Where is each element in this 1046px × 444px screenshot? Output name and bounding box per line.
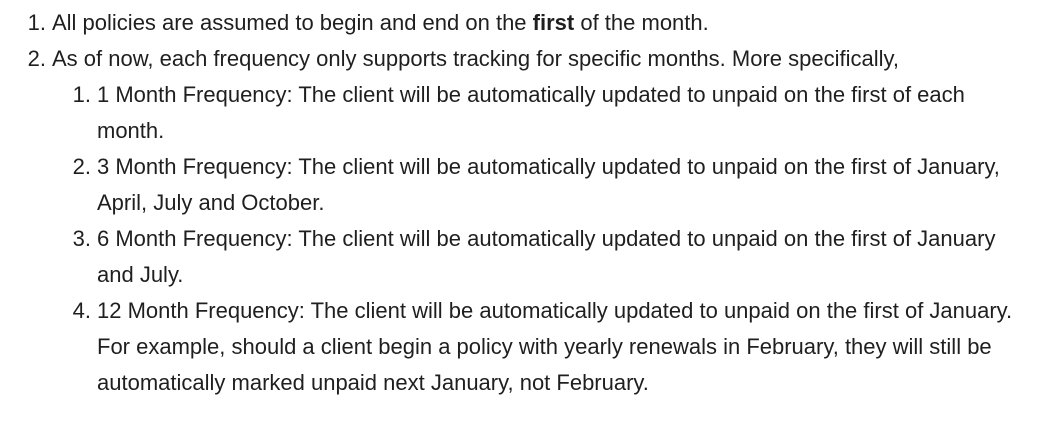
document-body: 1. All policies are assumed to begin and… [0,0,1046,401]
sublist-item-1-month: 1. 1 Month Frequency: The client will be… [0,77,1046,149]
list-item-text: As of now, each frequency only supports … [52,46,899,71]
sublist-item-text: 1 Month Frequency: The client will be au… [97,82,965,143]
sublist-item-text: 6 Month Frequency: The client will be au… [97,226,996,287]
bold-word: first [532,10,575,35]
frequency-sublist: 1. 1 Month Frequency: The client will be… [0,77,1046,401]
text-before-bold: All policies are assumed to begin and en… [52,10,533,35]
list-item-text: All policies are assumed to begin and en… [52,5,1046,41]
list-item-number: 1. [27,10,46,35]
list-item-number: 2. [27,46,46,71]
sublist-item-6-month: 3. 6 Month Frequency: The client will be… [0,221,1046,293]
sublist-item-number: 4. [72,298,91,323]
list-item: 2. As of now, each frequency only suppor… [0,41,1046,401]
policy-notes-list: 1. All policies are assumed to begin and… [0,5,1046,401]
list-item: 1. All policies are assumed to begin and… [0,5,1046,41]
sublist-item-text: 12 Month Frequency: The client will be a… [97,298,1013,395]
sublist-item-number: 1. [72,82,91,107]
sublist-item-number: 3. [72,226,91,251]
text-after-bold: of the month. [574,10,709,35]
sublist-item-number: 2. [72,154,91,179]
sublist-item-12-month: 4. 12 Month Frequency: The client will b… [0,293,1046,401]
sublist-item-3-month: 2. 3 Month Frequency: The client will be… [0,149,1046,221]
sublist-item-text: 3 Month Frequency: The client will be au… [97,154,1000,215]
